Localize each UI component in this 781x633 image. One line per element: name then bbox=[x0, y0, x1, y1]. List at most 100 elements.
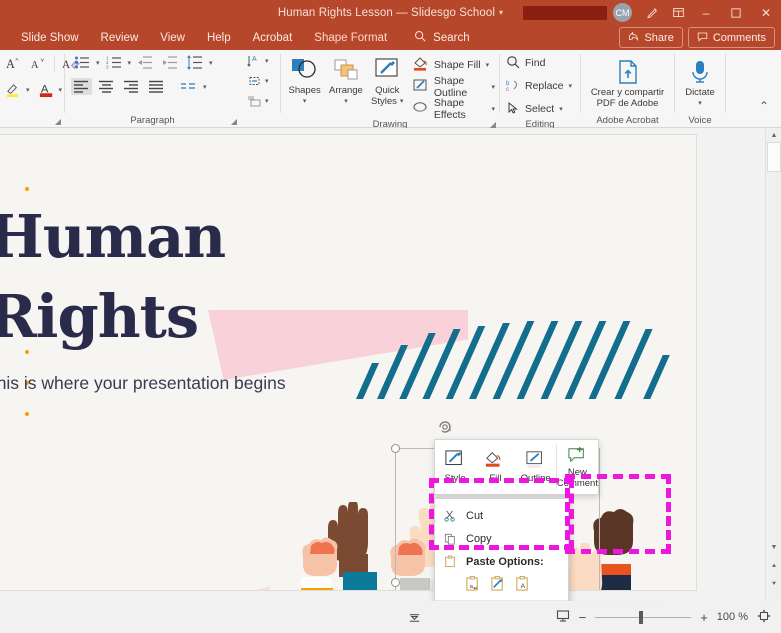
minimize-button[interactable]: – bbox=[691, 0, 721, 25]
selection-handle-top-left[interactable] bbox=[391, 444, 400, 453]
convert-to-smartart-caret[interactable]: ▾ bbox=[265, 97, 269, 105]
select-button[interactable]: Select ▾ bbox=[506, 99, 563, 119]
shapes-caret[interactable]: ▾ bbox=[303, 96, 307, 107]
rotation-handle[interactable] bbox=[437, 419, 453, 438]
align-text-button[interactable] bbox=[244, 72, 265, 90]
align-right-button[interactable] bbox=[121, 78, 142, 95]
scroll-down-arrow[interactable]: ▼ bbox=[766, 540, 781, 554]
shape-outline-caret[interactable]: ▾ bbox=[491, 83, 495, 91]
numbered-list-button[interactable]: 123 bbox=[103, 53, 125, 72]
context-menu-item-copy[interactable]: Copy bbox=[435, 527, 568, 550]
avatar[interactable]: CM bbox=[613, 3, 632, 22]
decrease-indent-button[interactable] bbox=[134, 53, 156, 72]
shapes-button[interactable]: Shapes ▾ bbox=[285, 53, 324, 107]
shape-outline-button[interactable]: Shape Outline ▾ bbox=[413, 75, 495, 99]
zoom-slider-thumb[interactable] bbox=[639, 610, 644, 624]
zoom-out-button[interactable]: − bbox=[579, 610, 587, 625]
dictate-caret[interactable]: ▾ bbox=[698, 98, 702, 109]
font-color-button[interactable]: A bbox=[35, 79, 58, 100]
columns-caret[interactable]: ▾ bbox=[203, 83, 207, 91]
slide-canvas[interactable]: Human Rights This is where your presenta… bbox=[0, 134, 697, 591]
mini-toolbar[interactable]: Style Fill Outline New Comment bbox=[434, 439, 599, 495]
tab-acrobat[interactable]: Acrobat bbox=[242, 25, 304, 50]
decorative-pink-shape-bottom bbox=[0, 586, 270, 590]
paragraph-dialog-launcher[interactable]: ◢ bbox=[231, 117, 237, 126]
align-left-button[interactable] bbox=[71, 78, 92, 95]
tab-review[interactable]: Review bbox=[90, 25, 150, 50]
align-center-button[interactable] bbox=[96, 78, 117, 95]
shape-fill-button[interactable]: Shape Fill ▾ bbox=[413, 55, 495, 75]
increase-font-size-button[interactable]: A ^ bbox=[2, 53, 25, 74]
search-box[interactable]: Search bbox=[414, 30, 470, 45]
highlight-dropdown-caret[interactable]: ▾ bbox=[26, 86, 30, 94]
line-spacing-caret[interactable]: ▾ bbox=[209, 59, 213, 67]
fit-to-window-icon[interactable] bbox=[757, 609, 771, 626]
font-dialog-launcher[interactable]: ◢ bbox=[55, 117, 61, 126]
paste-text-icon[interactable]: A bbox=[515, 575, 530, 595]
scroll-up-arrow[interactable]: ▲ bbox=[766, 128, 781, 142]
slide-title[interactable]: Human Rights bbox=[0, 197, 226, 357]
shape-effects-caret[interactable]: ▾ bbox=[491, 105, 495, 113]
vertical-scrollbar[interactable]: ▲ ▼ ⯅ ⯆ bbox=[765, 128, 781, 601]
arrange-caret[interactable]: ▾ bbox=[344, 96, 348, 107]
share-button[interactable]: Share bbox=[619, 27, 683, 48]
tab-slide-show[interactable]: Slide Show bbox=[10, 25, 90, 50]
select-caret[interactable]: ▾ bbox=[559, 105, 563, 113]
arrange-label: Arrange bbox=[329, 85, 363, 96]
tab-shape-format[interactable]: Shape Format bbox=[303, 25, 398, 50]
dictate-button[interactable]: Dictate ▾ bbox=[679, 55, 721, 109]
notes-button[interactable] bbox=[408, 611, 421, 624]
mini-toolbar-fill-button[interactable]: Fill bbox=[475, 440, 515, 494]
text-direction-button[interactable]: A bbox=[244, 52, 265, 70]
font-color-dropdown-caret[interactable]: ▾ bbox=[59, 86, 63, 94]
next-slide-button[interactable]: ⯆ bbox=[766, 578, 781, 592]
slide-subtitle[interactable]: This is where your presentation begins bbox=[0, 373, 286, 394]
tab-bar-actions: Share Comments bbox=[619, 27, 775, 48]
quick-styles-button[interactable]: Quick Styles ▾ bbox=[368, 53, 407, 107]
text-highlight-color-button[interactable] bbox=[2, 79, 25, 100]
scrollbar-thumb[interactable] bbox=[767, 142, 781, 172]
shape-fill-icon bbox=[413, 56, 429, 74]
normal-view-icon[interactable] bbox=[556, 609, 570, 626]
maximize-button[interactable] bbox=[721, 0, 751, 25]
zoom-slider[interactable] bbox=[595, 610, 692, 624]
zoom-in-button[interactable]: + bbox=[700, 610, 708, 625]
shape-effects-button[interactable]: Shape Effects ▾ bbox=[413, 97, 495, 121]
replace-button[interactable]: bc Replace ▾ bbox=[506, 76, 572, 96]
line-spacing-button[interactable] bbox=[184, 53, 206, 72]
close-button[interactable]: ✕ bbox=[751, 0, 781, 25]
justify-button[interactable] bbox=[146, 78, 167, 95]
bullet-list-button[interactable] bbox=[71, 53, 93, 72]
ribbon-display-options-icon[interactable] bbox=[665, 0, 691, 25]
decrease-font-size-button[interactable]: A ˅ bbox=[27, 53, 50, 74]
previous-slide-button[interactable]: ⯅ bbox=[766, 560, 781, 574]
mini-toolbar-outline-button[interactable]: Outline bbox=[516, 440, 556, 494]
replace-caret[interactable]: ▾ bbox=[569, 82, 573, 90]
ribbon-group-voice-label: Voice bbox=[675, 114, 725, 127]
find-button[interactable]: Find bbox=[506, 53, 545, 73]
tab-view[interactable]: View bbox=[149, 25, 196, 50]
pen-icon[interactable] bbox=[639, 0, 665, 25]
chevron-up-icon[interactable]: ⌃ bbox=[759, 99, 769, 113]
numbered-list-caret[interactable]: ▾ bbox=[128, 59, 132, 67]
convert-to-smartart-button[interactable] bbox=[244, 92, 265, 110]
bullet-list-caret[interactable]: ▾ bbox=[96, 59, 100, 67]
paste-keep-text-only-icon[interactable]: a bbox=[465, 575, 480, 595]
text-direction-caret[interactable]: ▾ bbox=[265, 57, 269, 65]
create-share-pdf-button[interactable]: Crear y compartir PDF de Adobe bbox=[589, 55, 667, 109]
mini-toolbar-new-comment-button[interactable]: New Comment bbox=[557, 440, 598, 494]
align-text-caret[interactable]: ▾ bbox=[265, 77, 269, 85]
paste-picture-icon[interactable] bbox=[490, 575, 505, 595]
tab-help[interactable]: Help bbox=[196, 25, 242, 50]
title-dropdown-caret[interactable]: ▾ bbox=[499, 8, 503, 17]
columns-button[interactable] bbox=[178, 78, 199, 95]
increase-indent-button[interactable] bbox=[159, 53, 181, 72]
arrange-button[interactable]: Arrange ▾ bbox=[326, 53, 365, 107]
comments-button[interactable]: Comments bbox=[687, 27, 775, 48]
selection-handle-middle-left[interactable] bbox=[391, 578, 400, 587]
ribbon-group-paragraph-label: Paragraph ◢ bbox=[65, 114, 240, 127]
context-menu-item-cut[interactable]: Cut bbox=[435, 504, 568, 527]
shape-fill-caret[interactable]: ▾ bbox=[486, 61, 490, 69]
quick-styles-caret[interactable]: ▾ bbox=[400, 96, 404, 107]
mini-toolbar-style-button[interactable]: Style bbox=[435, 440, 475, 494]
